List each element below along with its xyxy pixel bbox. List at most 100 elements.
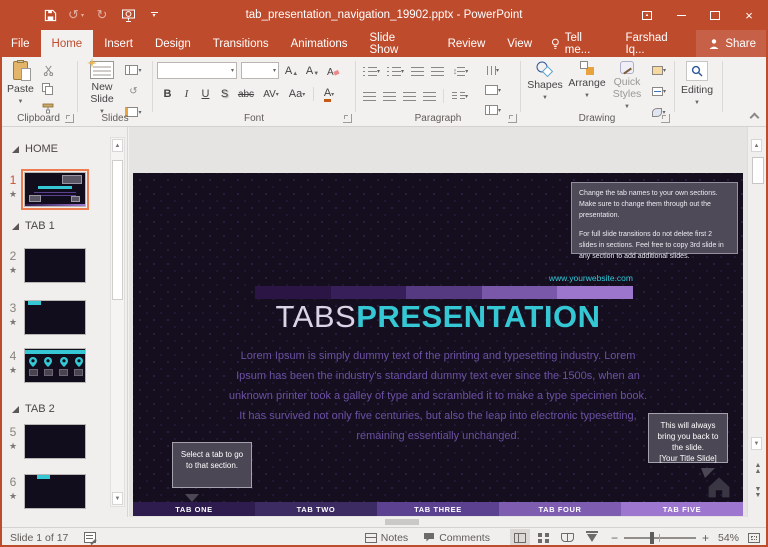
italic-button[interactable]: I [178,86,195,102]
clear-formatting-button[interactable]: A [325,63,342,79]
gradient-bar[interactable] [255,286,633,299]
scrollbar-thumb[interactable] [112,160,123,300]
nav-tab-three[interactable]: TAB THREE [377,502,499,516]
bullets-button[interactable]: ▾ [361,63,382,79]
text-shadow-button[interactable]: S [216,86,233,102]
account-name[interactable]: Farshad Iq... [617,30,696,57]
slide-2-thumbnail[interactable] [24,248,86,283]
slide-sorter-view-button[interactable] [534,529,554,547]
numbering-button[interactable]: ▾ [385,63,406,79]
decrease-indent-button[interactable] [409,63,426,79]
align-right-button[interactable] [401,88,418,104]
section-tab-2[interactable]: TAB 2 [12,403,55,415]
cut-button[interactable] [40,62,57,78]
columns-button[interactable]: ▾ [449,88,471,104]
tab-file[interactable]: File [0,30,41,57]
tab-insert[interactable]: Insert [93,30,144,57]
font-dialog-launcher[interactable] [343,114,352,123]
align-left-button[interactable] [361,88,378,104]
font-size-combobox[interactable]: ▾ [241,62,279,79]
shape-outline-button[interactable]: ▾ [647,83,671,99]
horizontal-scrollbar[interactable] [0,517,768,527]
scroll-up-icon[interactable]: ▲ [112,139,123,152]
scroll-up-icon[interactable]: ▲ [751,139,762,152]
right-callout[interactable]: This will always bring you back to the s… [648,413,728,463]
slide-6-thumbnail[interactable] [24,474,86,509]
change-case-button[interactable]: Aa▾ [285,86,309,102]
previous-slide-button[interactable]: ▲▲ [751,463,765,475]
align-center-button[interactable] [381,88,398,104]
thumbnail-panel-scrollbar[interactable]: ▲ ▼ [110,137,125,507]
paste-button[interactable]: Paste ▼ [7,57,34,116]
slide-body-text[interactable]: Lorem Ipsum is simply dummy text of the … [228,346,648,446]
slide-indicator[interactable]: Slide 1 of 17 [10,532,68,544]
strikethrough-button[interactable]: abc [235,86,257,102]
zoom-out-button[interactable]: − [611,531,618,545]
restore-button[interactable] [700,2,730,28]
ribbon-display-options-button[interactable]: ▴ [632,2,662,28]
home-button[interactable] [706,475,732,504]
instruction-note-box[interactable]: Change the tab names to your own section… [571,182,738,254]
nav-tab-one[interactable]: TAB ONE [133,502,255,516]
scroll-down-icon[interactable]: ▼ [112,492,123,505]
font-name-combobox[interactable]: ▾ [157,62,237,79]
reset-slide-button[interactable]: ↺ [125,83,142,99]
scrollbar-thumb[interactable] [752,157,764,184]
nav-tab-four[interactable]: TAB FOUR [499,502,621,516]
left-callout[interactable]: Select a tab to go to that section. [172,442,252,488]
editing-button[interactable]: Editing ▼ [675,57,719,109]
slide-5-thumbnail[interactable] [24,424,86,459]
spell-check-icon[interactable] [84,532,96,543]
text-direction-button[interactable]: ▾ [480,62,506,78]
tab-transitions[interactable]: Transitions [202,30,280,57]
minimize-button[interactable] [666,2,696,28]
line-spacing-button[interactable]: ↕▾ [449,63,472,79]
notes-button[interactable]: Notes [362,529,411,547]
new-slide-button[interactable]: New Slide ▼ [82,57,122,120]
shrink-font-button[interactable]: A▼ [304,63,321,79]
tab-slide-show[interactable]: Slide Show [359,30,437,57]
arrange-button[interactable]: Arrange ▼ [565,57,609,120]
tab-design[interactable]: Design [144,30,202,57]
slide-layout-button[interactable]: ▾ [125,62,142,78]
normal-view-button[interactable] [510,529,530,547]
scroll-down-icon[interactable]: ▼ [751,437,762,450]
slide-show-button[interactable] [582,529,602,547]
quick-styles-button[interactable]: Quick Styles ▼ [609,57,645,120]
increase-indent-button[interactable] [429,63,446,79]
nav-tab-two[interactable]: TAB TWO [255,502,377,516]
zoom-slider[interactable] [624,537,696,539]
nav-tab-five[interactable]: TAB FIVE [621,502,743,516]
bold-button[interactable]: B [159,86,176,102]
comments-button[interactable]: Comments [420,529,493,547]
character-spacing-button[interactable]: AV▾ [259,86,283,102]
slide-1-thumbnail[interactable] [24,172,86,207]
slide-4-thumbnail[interactable] [24,348,86,383]
tell-me-button[interactable]: Tell me... [543,30,617,57]
slide-title[interactable]: TABSPRESENTATION [133,299,743,335]
section-home[interactable]: HOME [12,143,58,155]
close-button[interactable]: × [734,2,764,28]
zoom-level[interactable]: 54% [718,532,739,544]
tab-animations[interactable]: Animations [280,30,359,57]
tab-home[interactable]: Home [41,30,94,57]
shapes-button[interactable]: Shapes ▼ [525,57,565,120]
website-url-text[interactable]: www.yourwebsite.com [549,273,633,283]
next-slide-button[interactable]: ▼▼ [751,487,765,499]
scrollbar-thumb[interactable] [385,519,419,525]
zoom-in-button[interactable]: + [702,531,709,545]
tab-view[interactable]: View [496,30,543,57]
share-button[interactable]: Share [696,30,768,57]
reading-view-button[interactable] [558,529,578,547]
clipboard-dialog-launcher[interactable] [65,114,74,123]
underline-button[interactable]: U [197,86,214,102]
justify-button[interactable] [421,88,438,104]
paragraph-dialog-launcher[interactable] [508,114,517,123]
drawing-dialog-launcher[interactable] [661,114,670,123]
section-tab-1[interactable]: TAB 1 [12,220,55,232]
collapse-ribbon-button[interactable] [750,113,760,123]
shape-fill-button[interactable]: ▾ [647,62,671,78]
copy-button[interactable] [40,81,57,97]
slide-3-thumbnail[interactable] [24,300,86,335]
slide-editing-area[interactable]: Change the tab names to your own section… [133,173,743,516]
